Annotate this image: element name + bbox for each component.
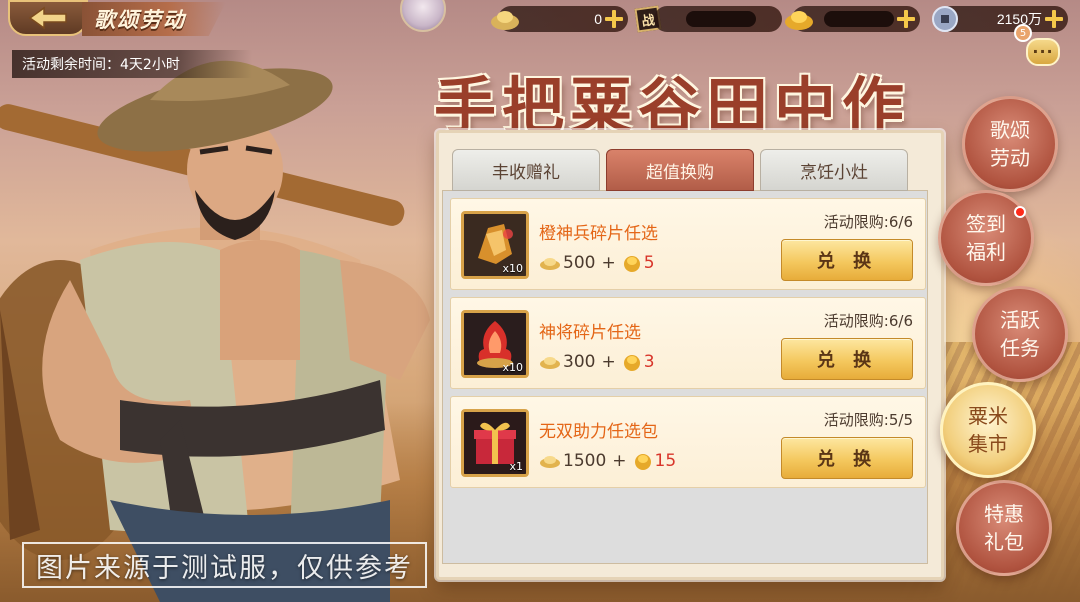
item-name: 无双助力任选包: [539, 422, 658, 442]
exchange-button[interactable]: 兑 换: [781, 437, 913, 479]
exchange-button[interactable]: 兑 换: [781, 338, 913, 380]
resource-copper-coin: 2150万: [932, 6, 1068, 32]
redacted-value: [824, 11, 894, 27]
menu-millet-market[interactable]: 粟米集市: [940, 382, 1036, 478]
purchase-limit: 活动限购:6/6: [823, 312, 913, 330]
page-title: 歌颂劳动: [94, 7, 186, 32]
resource-battle-power: [654, 6, 782, 32]
resource-value: 0: [594, 11, 602, 27]
silver-ingot-icon: [491, 11, 519, 30]
gold-ingot-icon: [634, 454, 651, 470]
item-name: 神将碎片任选: [539, 323, 641, 343]
item-quantity: x1: [509, 460, 523, 473]
cost-gold: 5: [643, 253, 655, 273]
exchange-item: x10 神将碎片任选 300 + 3 活动限购:6/6 兑 换: [450, 297, 926, 389]
avatar-medal[interactable]: [400, 0, 446, 32]
tab-value-exchange[interactable]: 超值换购: [606, 149, 754, 191]
menu-label: 活跃任务: [1000, 308, 1040, 360]
chat-count-badge: 5: [1014, 24, 1032, 42]
menu-label: 粟米集市: [968, 404, 1008, 456]
item-cost: 1500 + 15: [539, 451, 676, 471]
menu-signin-welfare[interactable]: 签到福利: [938, 190, 1034, 286]
menu-active-tasks[interactable]: 活跃任务: [972, 286, 1068, 382]
cost-silver: 300: [563, 352, 596, 372]
back-button[interactable]: [8, 0, 88, 36]
exchange-button[interactable]: 兑 换: [781, 239, 913, 281]
silver-ingot-icon: [540, 357, 560, 369]
menu-label: 特惠礼包: [984, 502, 1024, 554]
menu-label: 签到福利: [966, 212, 1006, 264]
menu-label: 歌颂劳动: [990, 118, 1030, 170]
tab-cooking[interactable]: 烹饪小灶: [760, 149, 908, 191]
back-arrow-icon: [28, 6, 67, 30]
chat-button[interactable]: ···: [1024, 34, 1064, 70]
gold-ingot-icon: [785, 11, 813, 30]
exchange-item: x1 无双助力任选包 1500 + 15 活动限购:5/5 兑 换: [450, 396, 926, 488]
item-cost: 500 + 5: [539, 253, 655, 273]
item-quantity: x10: [502, 361, 523, 374]
redacted-value: [686, 11, 756, 27]
tab-harvest-gift[interactable]: 丰收赠礼: [452, 149, 600, 191]
farmer-character-illustration: [0, 60, 430, 602]
title-banner: 歌颂劳动: [82, 2, 226, 36]
exchange-item: x10 橙神兵碎片任选 500 + 5 活动限购:6/6 兑 换: [450, 198, 926, 290]
add-gold-button[interactable]: [896, 9, 916, 29]
cost-plus: +: [601, 253, 616, 273]
item-cost: 300 + 3: [539, 352, 655, 372]
cost-plus: +: [601, 352, 616, 372]
gold-ingot-icon: [623, 355, 640, 371]
weapon-shard-icon: x10: [461, 211, 529, 279]
item-quantity: x10: [502, 262, 523, 275]
purchase-limit: 活动限购:6/6: [823, 213, 913, 231]
gold-ingot-icon: [623, 256, 640, 272]
menu-labor-song[interactable]: 歌颂劳动: [962, 96, 1058, 192]
resource-silver-ingot: 0: [491, 6, 628, 32]
cost-gold: 3: [643, 352, 655, 372]
cost-plus: +: [612, 451, 627, 471]
cost-silver: 500: [563, 253, 596, 273]
cost-silver: 1500: [563, 451, 607, 471]
resource-gold-ingot: [785, 6, 920, 32]
chat-bubble-icon: ···: [1026, 38, 1060, 66]
silver-ingot-icon: [540, 258, 560, 270]
cost-gold: 15: [654, 451, 677, 471]
add-silver-button[interactable]: [604, 9, 624, 29]
add-coin-button[interactable]: [1044, 9, 1064, 29]
item-name: 橙神兵碎片任选: [539, 224, 658, 244]
notification-dot: [1014, 206, 1026, 218]
silver-ingot-icon: [540, 456, 560, 468]
copper-coin-icon: [932, 6, 958, 32]
top-bar: 歌颂劳动 0 战 2150万: [0, 0, 1080, 40]
purchase-limit: 活动限购:5/5: [823, 411, 913, 429]
test-server-watermark: 图片来源于测试服，仅供参考: [22, 542, 427, 588]
activity-timer: 活动剩余时间：4天2小时: [12, 50, 252, 78]
general-shard-icon: x10: [461, 310, 529, 378]
gift-box-icon: x1: [461, 409, 529, 477]
menu-special-pack[interactable]: 特惠礼包: [956, 480, 1052, 576]
